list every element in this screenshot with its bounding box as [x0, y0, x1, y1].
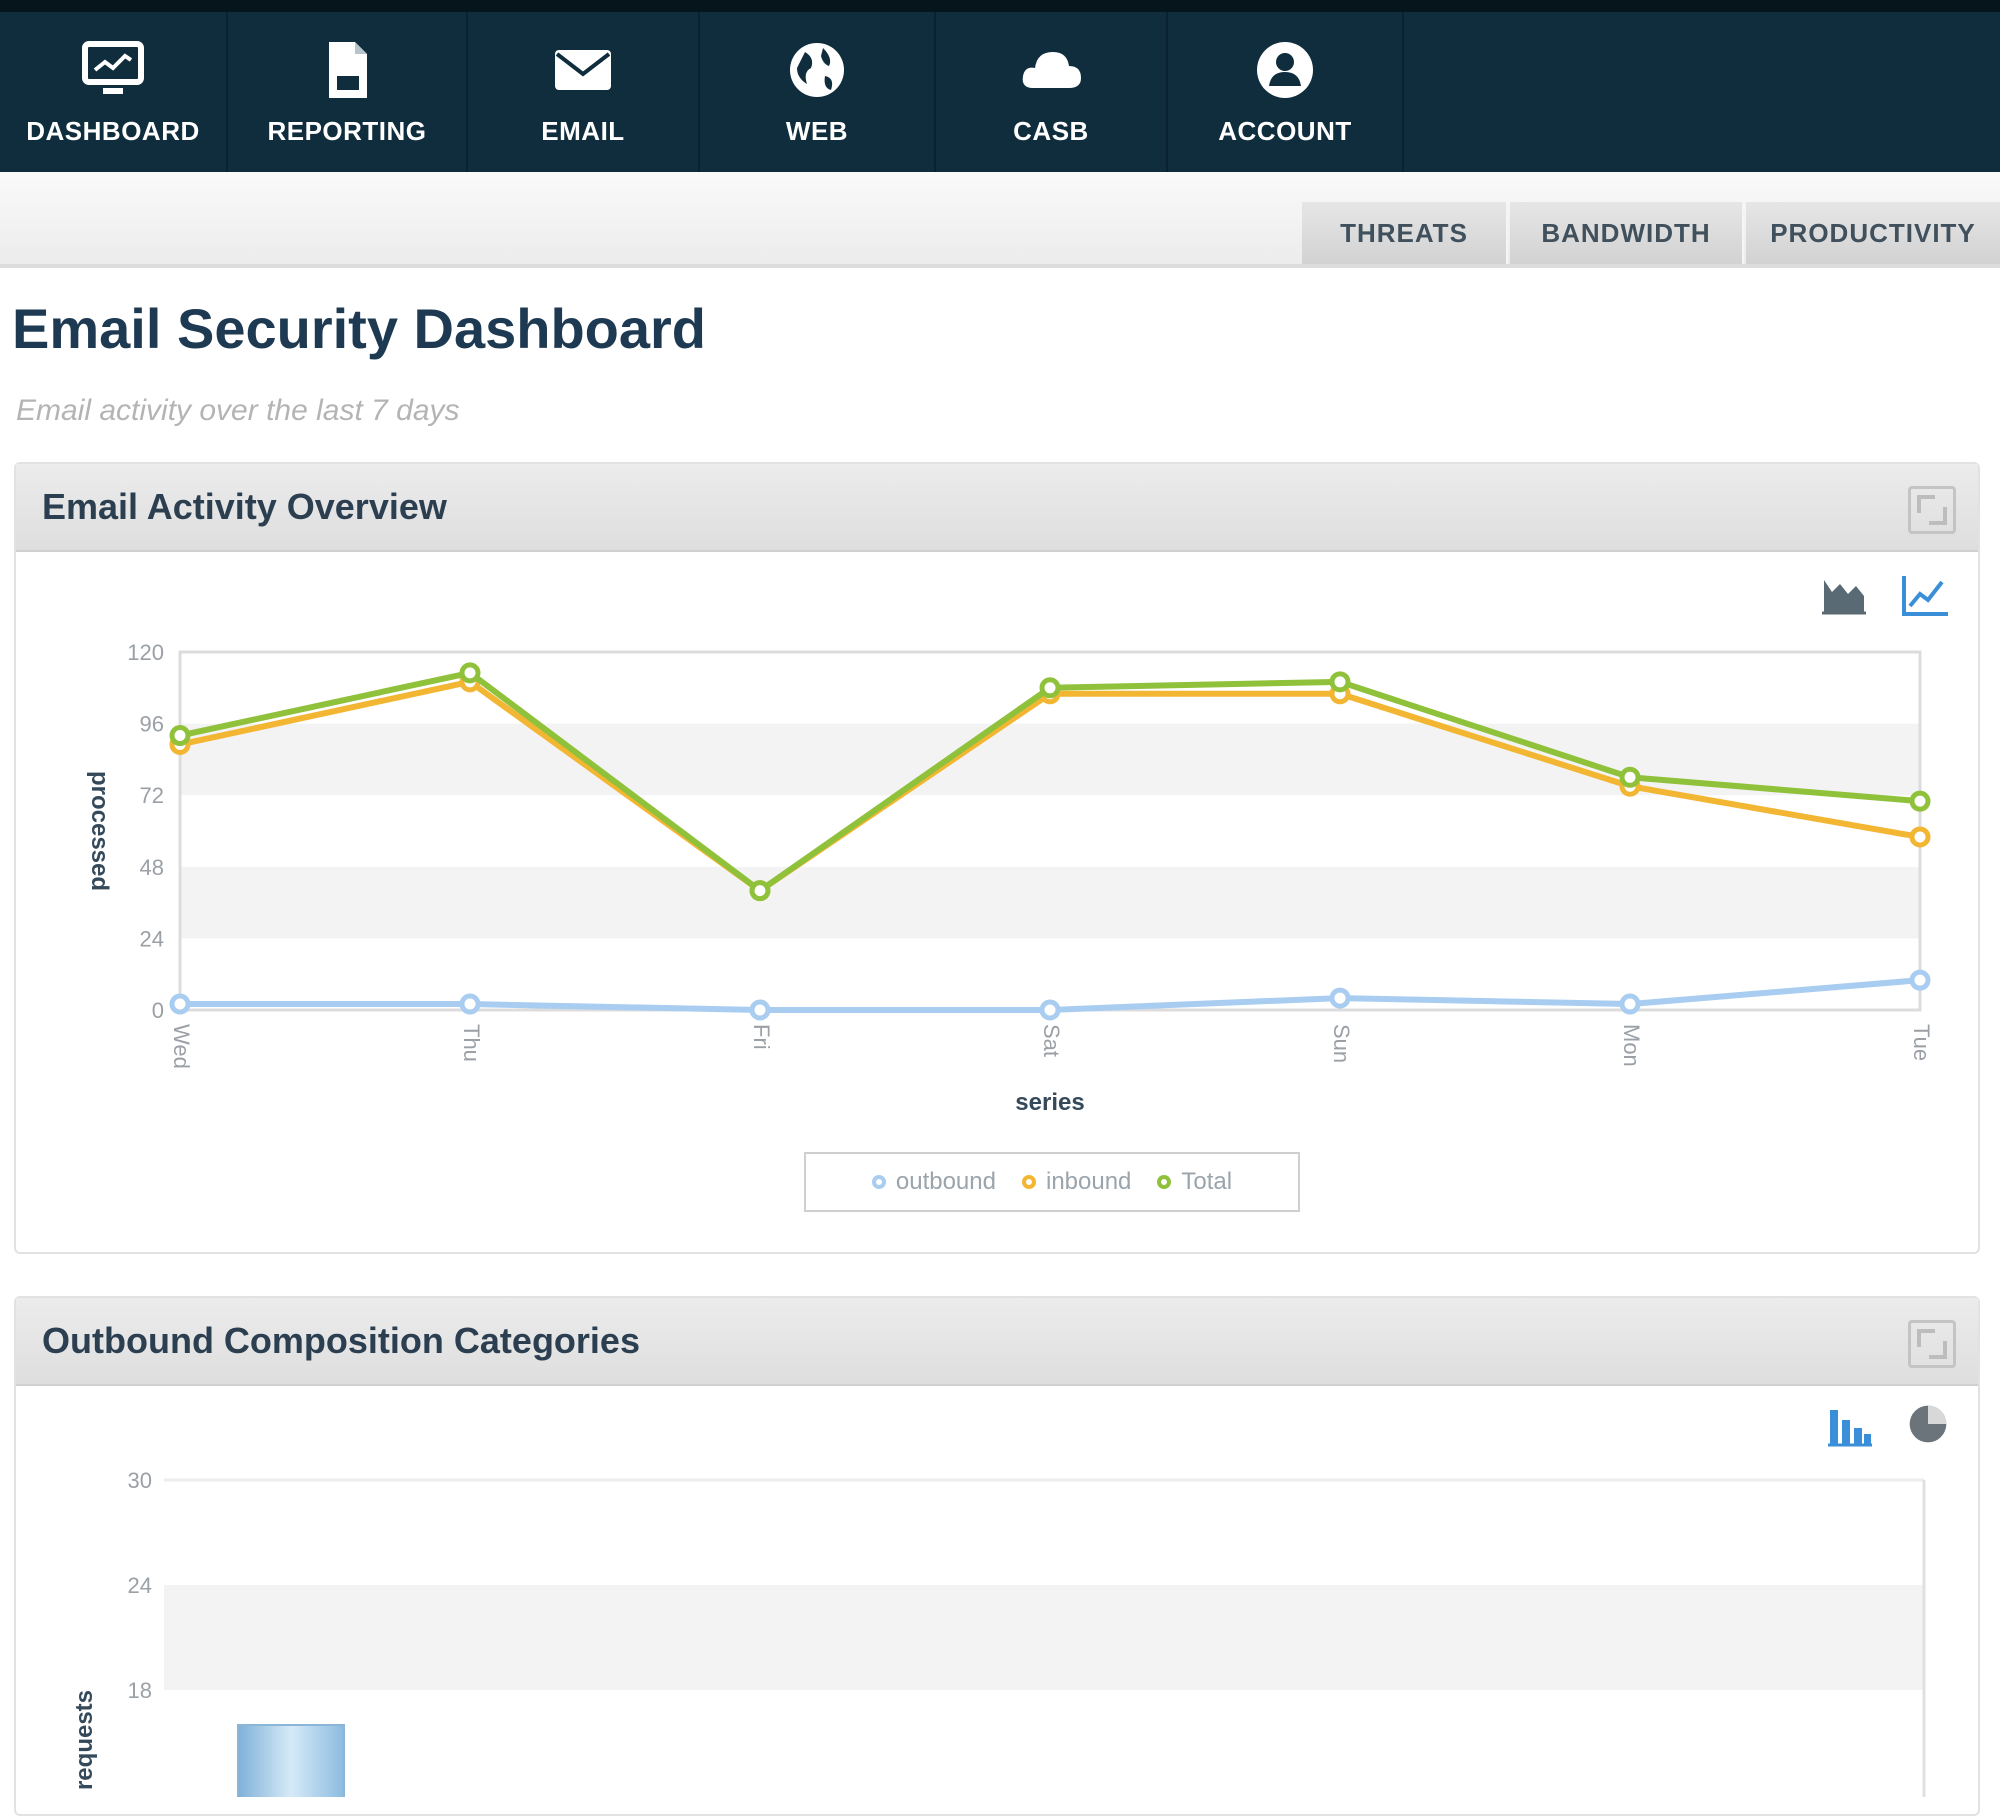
document-icon — [329, 41, 367, 98]
nav-item-reporting[interactable]: REPORTING — [228, 12, 468, 172]
y-tick-label: 0 — [152, 998, 164, 1023]
cloud-icon — [1022, 51, 1081, 88]
legend-label: outbound — [895, 1168, 996, 1195]
data-point — [1619, 993, 1641, 1015]
legend-item-inbound[interactable]: inbound — [1021, 1168, 1132, 1196]
nav-label: WEB — [785, 115, 849, 146]
y-axis-label: processed — [86, 771, 113, 891]
legend-label: Total — [1181, 1168, 1233, 1195]
data-point — [1039, 677, 1061, 699]
x-tick-label: Sun — [1329, 1024, 1354, 1063]
y-tick-label: 48 — [140, 855, 164, 880]
legend-marker — [871, 1175, 886, 1189]
nav-item-account[interactable]: ACCOUNT — [1168, 12, 1404, 172]
data-point — [749, 880, 771, 902]
tab-bandwidth[interactable]: BANDWIDTH — [1510, 202, 1744, 264]
data-point — [1909, 826, 1931, 848]
nav-label: DASHBOARD — [26, 115, 200, 146]
y-tick-label: 24 — [128, 1573, 152, 1598]
nav-label: CASB — [1013, 115, 1089, 146]
data-point — [459, 993, 481, 1015]
nav-label: EMAIL — [541, 115, 625, 146]
data-point — [169, 725, 191, 747]
email-activity-chart: 0 24 48 72 96 120 Wed Thu Fri Sat Sun Mon Tue series p… — [86, 640, 1934, 1116]
legend-item-outbound[interactable]: outbound — [871, 1168, 996, 1196]
y-tick-label: 30 — [128, 1468, 152, 1493]
panel-header: Outbound Composition Categories — [16, 1298, 1978, 1386]
nav-label: REPORTING — [267, 115, 427, 146]
grid-band — [180, 795, 1920, 867]
y-tick-label: 24 — [140, 926, 164, 951]
data-point — [1329, 671, 1351, 693]
pie-chart-icon[interactable] — [1904, 1402, 1952, 1446]
page-subtitle: Email activity over the last 7 days — [16, 394, 460, 427]
y-axis-label: requests — [71, 1690, 98, 1790]
nav-item-web[interactable]: WEB — [700, 12, 936, 172]
data-point — [459, 662, 481, 684]
grid-band — [180, 866, 1920, 939]
panel-title: Outbound Composition Categories — [42, 1320, 640, 1361]
expand-icon[interactable] — [1908, 486, 1956, 534]
y-tick-label: 120 — [127, 640, 164, 665]
top-navigation: DASHBOARD REPORTING EMAIL WEB CASB ACCOU… — [0, 0, 2000, 172]
x-tick-label: Mon — [1619, 1024, 1644, 1067]
nav-item-email[interactable]: EMAIL — [468, 12, 700, 172]
panel-title: Email Activity Overview — [42, 486, 447, 527]
nav-label: ACCOUNT — [1218, 115, 1352, 146]
page-title: Email Security Dashboard — [12, 297, 707, 360]
x-tick-label: Sat — [1039, 1024, 1064, 1057]
globe-icon — [790, 42, 844, 97]
panel-header: Email Activity Overview — [16, 464, 1978, 552]
data-point — [749, 999, 771, 1021]
nav-item-dashboard[interactable]: DASHBOARD — [0, 12, 228, 172]
data-point — [169, 993, 191, 1015]
x-tick-label: Thu — [459, 1024, 484, 1062]
legend-label: inbound — [1045, 1168, 1132, 1195]
bar — [237, 1724, 345, 1797]
outbound-composition-chart: 18 24 30 requests — [71, 1468, 1926, 1797]
monitor-icon — [82, 40, 144, 94]
data-point — [1619, 766, 1641, 788]
expand-icon[interactable] — [1908, 1320, 1956, 1368]
legend-marker — [1157, 1175, 1172, 1189]
nav-item-casb[interactable]: CASB — [936, 12, 1168, 172]
legend-item-total[interactable]: Total — [1157, 1168, 1232, 1196]
legend-marker — [1021, 1175, 1036, 1189]
chart-legend: outbound inbound Total — [804, 1152, 1300, 1212]
y-tick-label: 18 — [128, 1678, 152, 1703]
data-point — [1039, 999, 1061, 1021]
x-tick-label: Fri — [749, 1024, 774, 1050]
tab-threats[interactable]: THREATS — [1302, 202, 1508, 264]
grid-band — [180, 723, 1920, 796]
x-axis-label: series — [1015, 1089, 1084, 1116]
x-tick-label: Wed — [169, 1024, 194, 1069]
grid-band — [164, 1585, 1924, 1690]
sub-tab-bar: THREATS BANDWIDTH PRODUCTIVITY — [0, 172, 2000, 268]
bar-chart-icon[interactable] — [1826, 1404, 1874, 1448]
y-tick-label: 72 — [140, 783, 164, 808]
data-point — [1909, 790, 1931, 812]
y-tick-label: 96 — [140, 712, 164, 737]
user-icon — [1257, 41, 1313, 98]
tab-productivity[interactable]: PRODUCTIVITY — [1746, 202, 2000, 264]
envelope-icon — [555, 49, 611, 90]
data-point — [1909, 969, 1931, 991]
x-tick-label: Tue — [1909, 1024, 1934, 1061]
data-point — [1329, 987, 1351, 1009]
